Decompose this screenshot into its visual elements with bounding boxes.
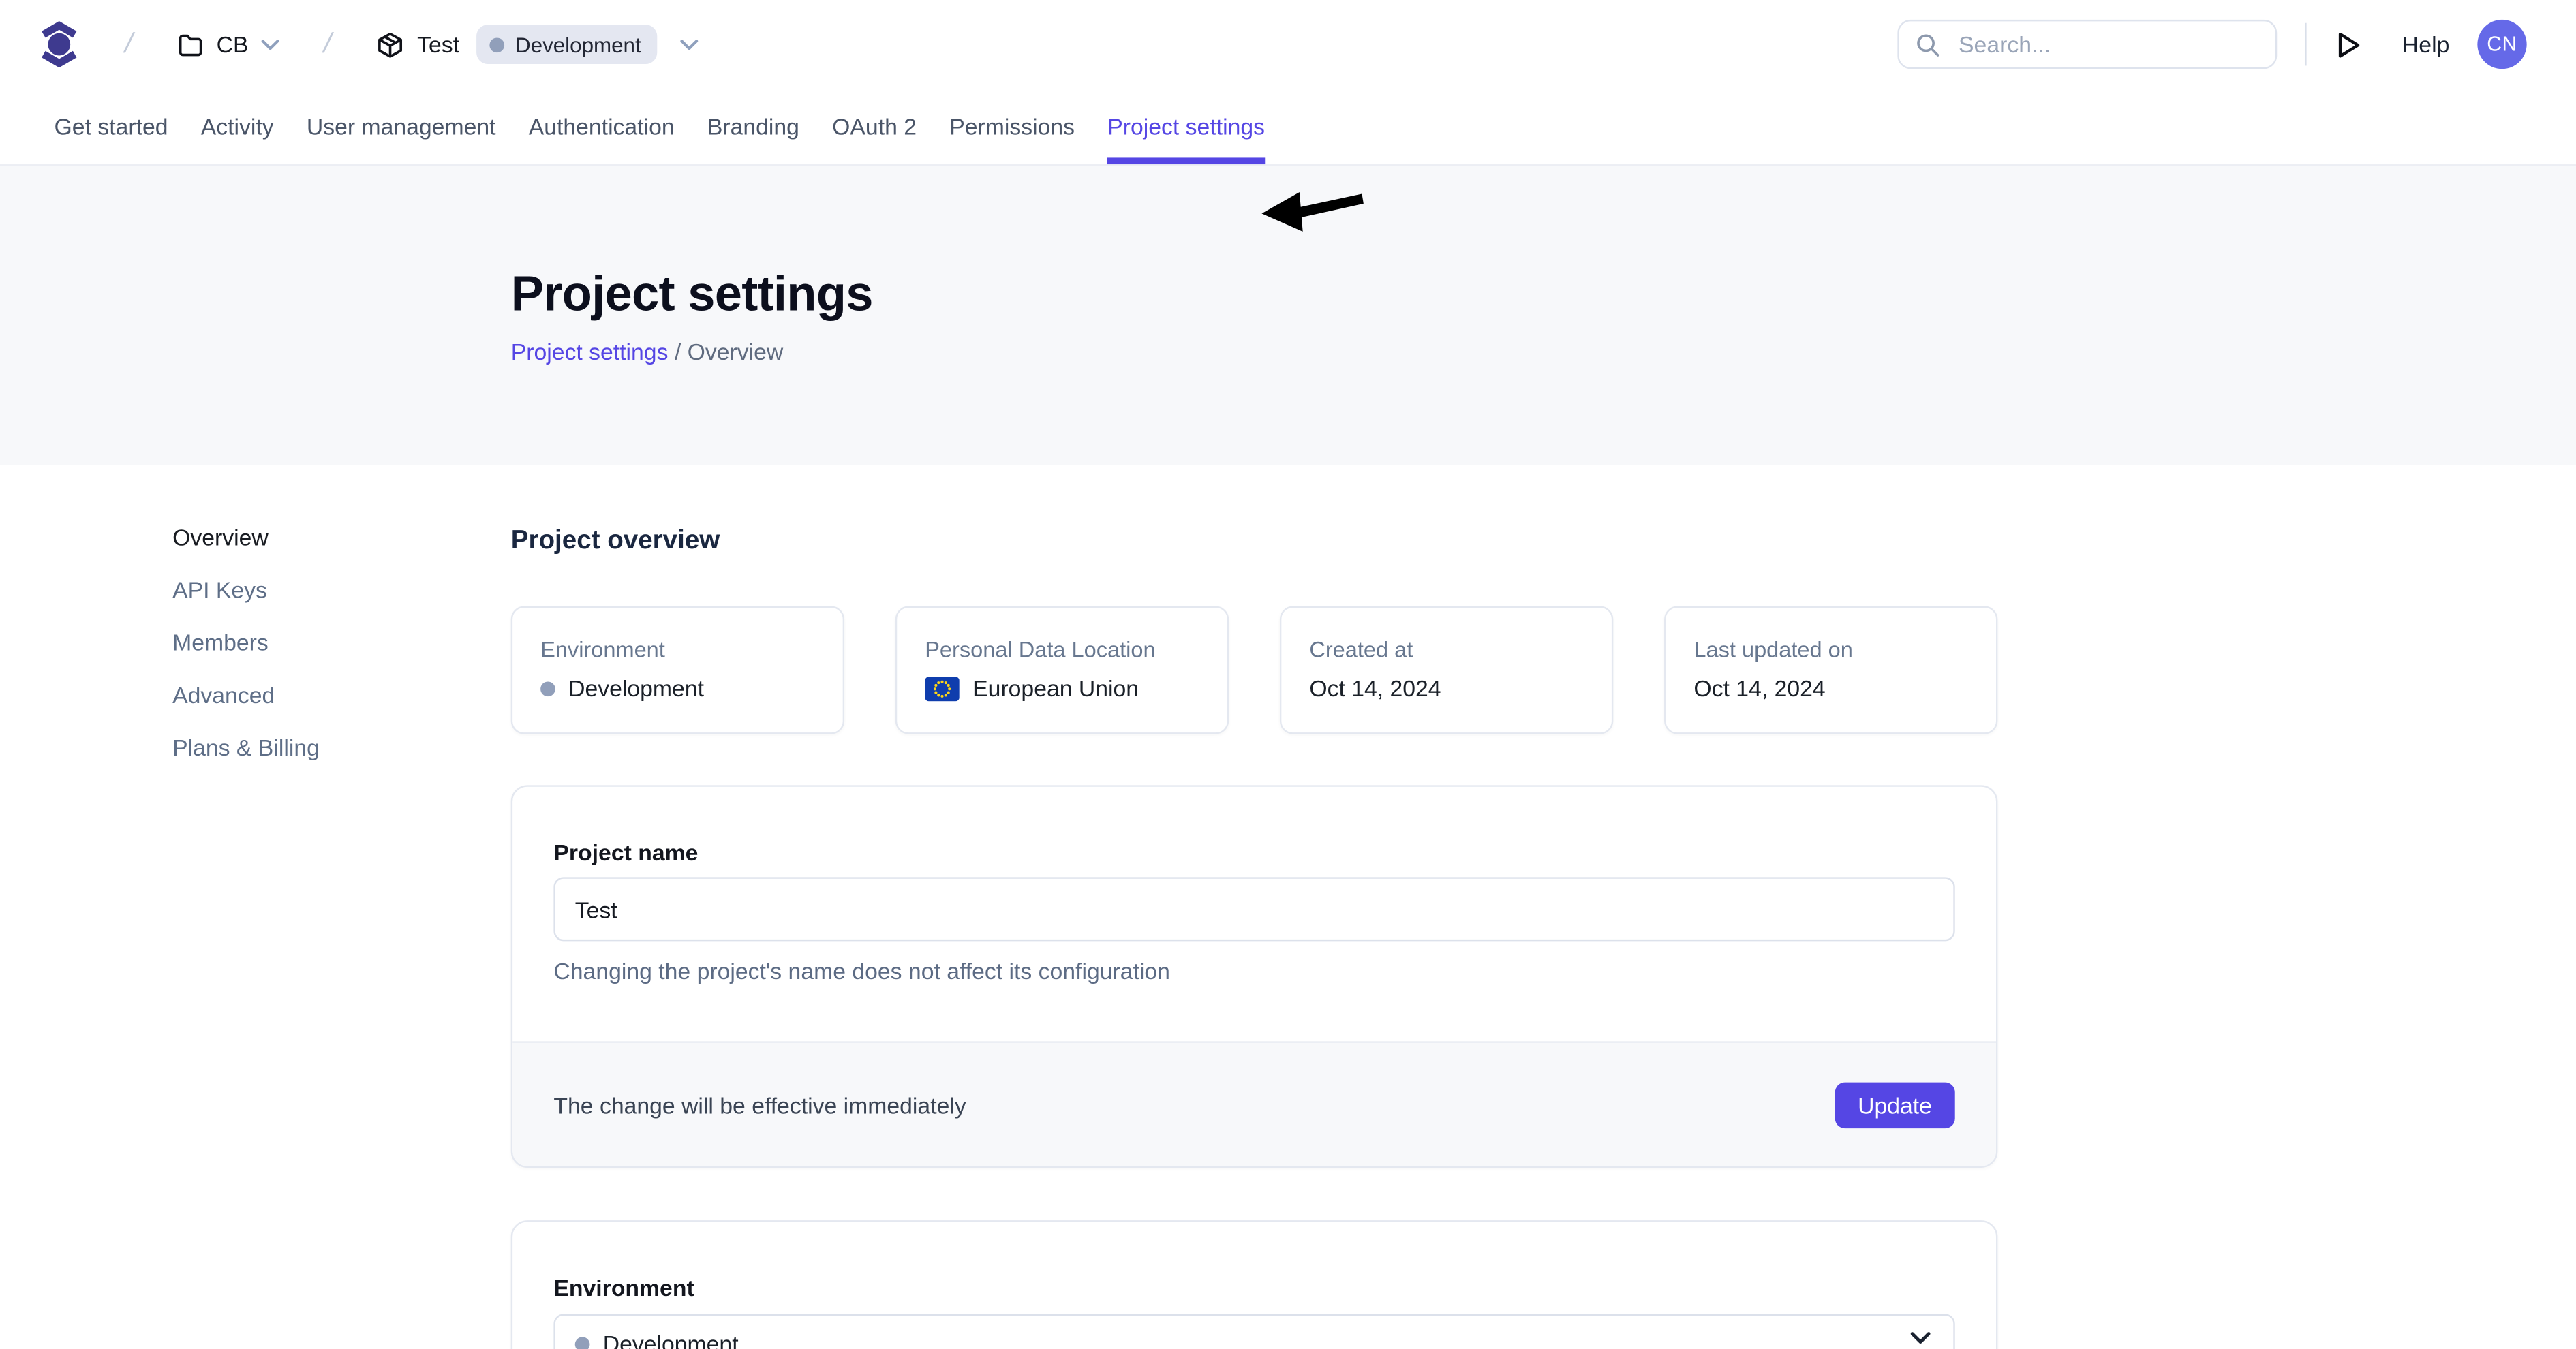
breadcrumb: Project settings / Overview: [511, 339, 2576, 365]
tab-get-started[interactable]: Get started: [55, 89, 168, 164]
info-cards-row: Environment Development Personal Data Lo…: [511, 606, 1998, 734]
primary-nav: Get started Activity User management Aut…: [0, 89, 2576, 166]
sidebar-item-advanced[interactable]: Advanced: [172, 668, 452, 721]
breadcrumb-link[interactable]: Project settings: [511, 339, 669, 365]
settings-sidenav: Overview API Keys Members Advanced Plans…: [172, 511, 452, 774]
sidebar-item-plans-billing[interactable]: Plans & Billing: [172, 721, 452, 773]
environment-badge-label: Development: [515, 32, 641, 57]
project-name-helper: Changing the project's name does not aff…: [553, 955, 1954, 987]
sidebar-item-overview[interactable]: Overview: [172, 511, 452, 563]
project-name-label: Project name: [553, 841, 1954, 864]
tab-authentication[interactable]: Authentication: [529, 89, 675, 164]
sidebar-item-api-keys[interactable]: API Keys: [172, 563, 452, 616]
status-dot-icon: [489, 37, 504, 52]
play-button[interactable]: [2335, 27, 2364, 62]
tab-permissions[interactable]: Permissions: [949, 89, 1075, 164]
org-name: CB: [217, 31, 249, 58]
chevron-down-icon: [681, 39, 699, 50]
topbar-actions: Help CN: [1898, 20, 2527, 69]
section-title: Project overview: [511, 527, 1998, 557]
info-card-label: Created at: [1309, 639, 1584, 662]
search-icon: [1916, 32, 1940, 57]
info-card-value: European Union: [925, 677, 1199, 701]
project-name-input[interactable]: [553, 877, 1954, 941]
info-card-value-text: Oct 14, 2024: [1693, 677, 1825, 701]
main-panel: Project overview Environment Development…: [511, 465, 1998, 1349]
help-link[interactable]: Help: [2402, 31, 2449, 58]
breadcrumb-separator: /: [675, 339, 688, 365]
environment-card-body: Environment Development: [512, 1222, 1996, 1349]
environment-label: Environment: [553, 1276, 1954, 1299]
corbado-logo[interactable]: [41, 21, 77, 67]
info-card-label: Personal Data Location: [925, 639, 1199, 662]
project-name: Test: [417, 31, 459, 58]
play-icon: [2338, 31, 2361, 59]
environment-select-text: Development: [603, 1332, 739, 1349]
tab-user-management[interactable]: User management: [307, 89, 496, 164]
sidebar-item-members[interactable]: Members: [172, 616, 452, 668]
tab-branding[interactable]: Branding: [707, 89, 799, 164]
search-input[interactable]: [1955, 29, 2259, 59]
footer-note: The change will be effective immediately: [553, 1091, 966, 1118]
info-card-created-at: Created at Oct 14, 2024: [1280, 606, 1613, 734]
chevron-down-icon: [262, 39, 280, 50]
project-name-card-footer: The change will be effective immediately…: [512, 1041, 1996, 1166]
breadcrumb-current: Overview: [688, 339, 784, 365]
environment-select-value: Development: [575, 1332, 739, 1349]
tab-project-settings[interactable]: Project settings: [1107, 89, 1265, 164]
info-card-value: Development: [540, 677, 815, 701]
info-card-label: Last updated on: [1693, 639, 1968, 662]
org-switcher[interactable]: CB: [177, 31, 280, 58]
status-dot-icon: [575, 1337, 590, 1349]
update-button[interactable]: Update: [1835, 1081, 1954, 1127]
project-name-card: Project name Changing the project's name…: [511, 785, 1998, 1168]
tab-activity[interactable]: Activity: [201, 89, 274, 164]
logo-icon: [41, 21, 77, 67]
topbar: / CB / Test Development: [0, 0, 2576, 89]
environment-badge: Development: [476, 25, 658, 64]
page-title: Project settings: [511, 268, 2576, 324]
content-area: Overview API Keys Members Advanced Plans…: [0, 465, 2576, 1349]
info-card-value: Oct 14, 2024: [1693, 677, 1968, 701]
package-icon: [376, 31, 404, 59]
info-card-data-location: Personal Data Location European Union: [895, 606, 1229, 734]
tab-oauth2[interactable]: OAuth 2: [832, 89, 917, 164]
app-window: / CB / Test Development: [0, 0, 2576, 1349]
divider: [2305, 23, 2307, 66]
project-switcher[interactable]: Test Development: [376, 25, 699, 64]
info-card-value-text: Oct 14, 2024: [1309, 677, 1441, 701]
avatar[interactable]: CN: [2477, 20, 2526, 69]
chevron-down-icon: [1911, 1332, 1931, 1345]
info-card-last-updated: Last updated on Oct 14, 2024: [1664, 606, 1997, 734]
environment-card: Environment Development: [511, 1220, 1998, 1349]
folder-icon: [177, 31, 204, 58]
info-card-value: Oct 14, 2024: [1309, 677, 1584, 701]
info-card-value-text: European Union: [972, 677, 1139, 701]
page-header: Project settings Project settings / Over…: [0, 166, 2576, 465]
eu-flag-icon: [925, 677, 960, 701]
breadcrumb-separator: /: [320, 28, 335, 61]
info-card-label: Environment: [540, 639, 815, 662]
info-card-environment: Environment Development: [511, 606, 844, 734]
info-card-value-text: Development: [568, 677, 704, 701]
breadcrumb-separator: /: [121, 28, 136, 61]
project-name-card-body: Project name Changing the project's name…: [512, 787, 1996, 1042]
status-dot-icon: [540, 681, 555, 696]
environment-select[interactable]: Development: [553, 1314, 1954, 1349]
search-box[interactable]: [1898, 20, 2278, 69]
